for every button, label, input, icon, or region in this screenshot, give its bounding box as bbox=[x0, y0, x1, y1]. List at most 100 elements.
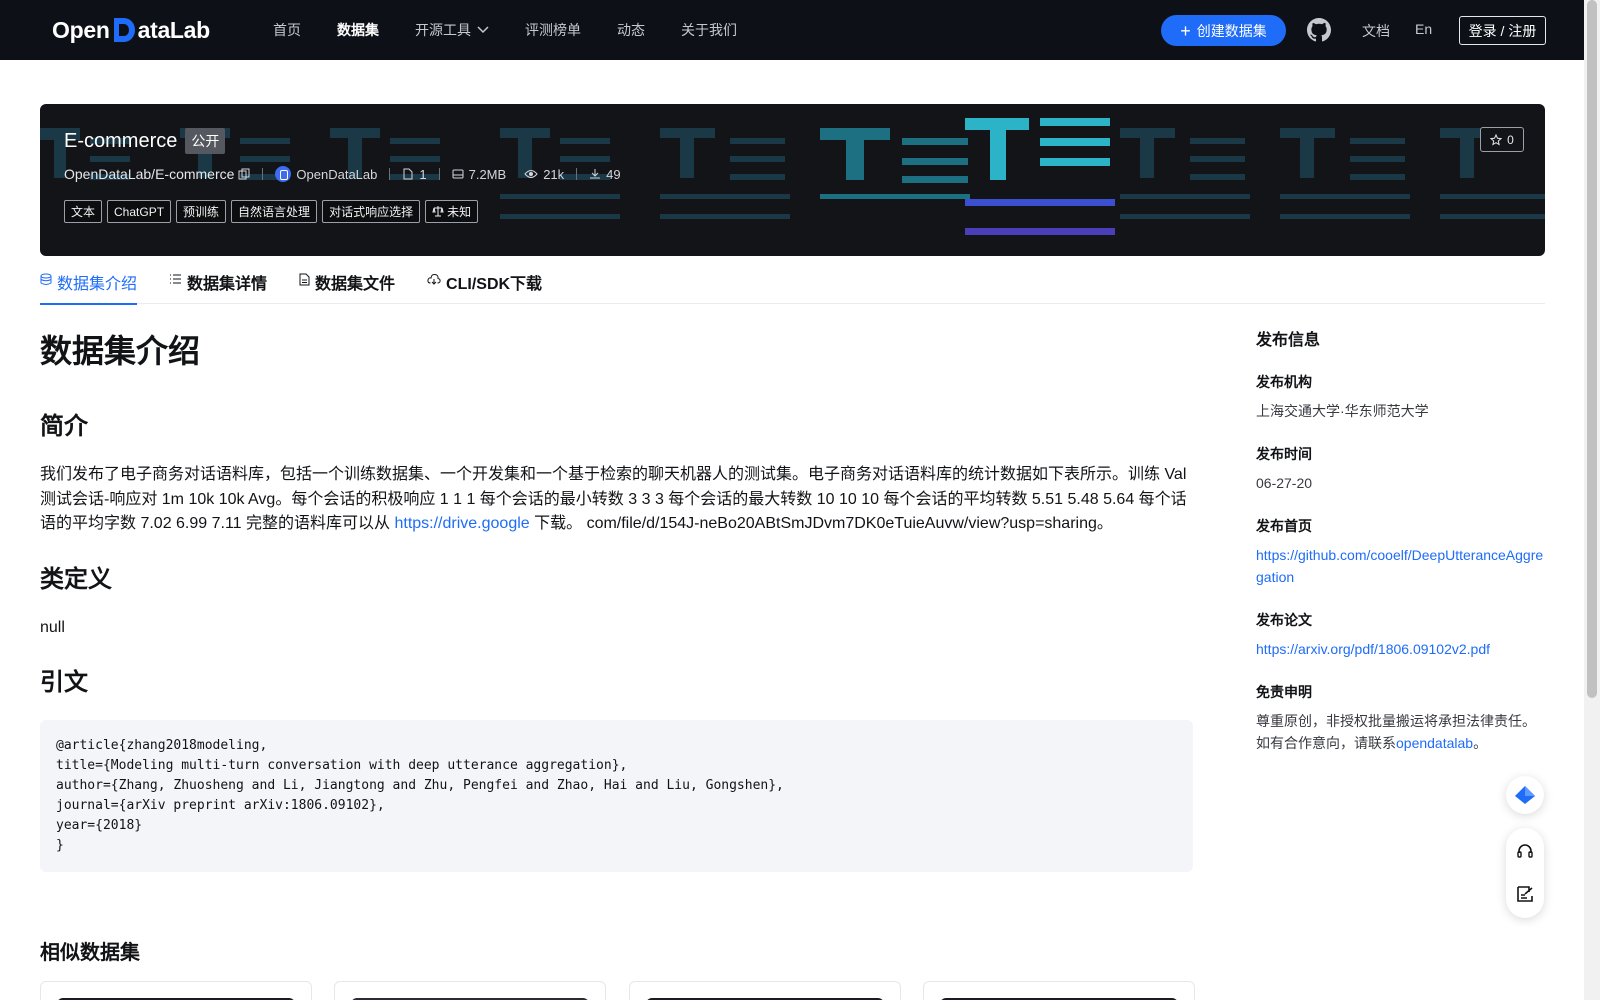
similar-dataset-card[interactable] bbox=[629, 981, 901, 1000]
file-count-value: 1 bbox=[419, 166, 427, 182]
plus-icon: + bbox=[1180, 20, 1191, 41]
homepage-link[interactable]: https://github.com/cooelf/DeepUtteranceA… bbox=[1256, 547, 1543, 585]
star-icon bbox=[1490, 133, 1503, 146]
tag-text[interactable]: 文本 bbox=[64, 200, 103, 223]
top-navbar: Open ataLab 首页 数据集 开源工具 评测榜单 动态 关于我们 + 创… bbox=[0, 0, 1584, 60]
page-title: 数据集介绍 bbox=[40, 333, 201, 369]
intro-text-after: 下载。 com/file/d/154J-neBo20ABtSmJDvm7DK0e… bbox=[529, 515, 1113, 532]
cloud-icon bbox=[427, 273, 441, 285]
dataset-size: 7.2MB bbox=[452, 166, 507, 182]
floating-brand-button[interactable] bbox=[1506, 776, 1544, 814]
file-icon bbox=[403, 168, 413, 180]
nav-docs-link[interactable]: 文档 bbox=[1362, 21, 1390, 41]
similar-dataset-card[interactable] bbox=[40, 981, 312, 1000]
headset-icon[interactable] bbox=[1515, 842, 1535, 862]
homepage-label: 发布首页 bbox=[1256, 518, 1312, 534]
star-button[interactable]: 0 bbox=[1480, 127, 1524, 152]
tag-pretrain[interactable]: 预训练 bbox=[176, 200, 227, 223]
publish-info-title: 发布信息 bbox=[1256, 332, 1321, 349]
tab-introduction[interactable]: 数据集介绍 bbox=[40, 266, 138, 305]
license-label: 未知 bbox=[447, 205, 472, 219]
logo-text-left: Open bbox=[52, 16, 110, 43]
publish-date-label: 发布时间 bbox=[1256, 446, 1312, 462]
scrollbar-thumb[interactable] bbox=[1587, 0, 1597, 698]
nav-news[interactable]: 动态 bbox=[617, 20, 645, 40]
github-icon[interactable] bbox=[1307, 18, 1331, 42]
tag-response-selection[interactable]: 对话式响应选择 bbox=[322, 200, 421, 223]
star-count: 0 bbox=[1507, 132, 1514, 147]
opendatalab-logo[interactable]: Open ataLab bbox=[52, 14, 210, 46]
login-register-button[interactable]: 登录 / 注册 bbox=[1459, 16, 1546, 45]
paper-link[interactable]: https://arxiv.org/pdf/1806.09102v2.pdf bbox=[1256, 641, 1490, 657]
intro-paragraph: 我们发布了电子商务对话语料库，包括一个训练数据集、一个开发集和一个基于检索的聊天… bbox=[40, 463, 1193, 537]
publish-date-value: 06-27-20 bbox=[1256, 475, 1313, 491]
meta-divider bbox=[438, 168, 440, 180]
dataset-banner: E-commerce 公开 OpenDataLab/E-commerce Ope… bbox=[40, 104, 1545, 256]
class-definition-heading: 类定义 bbox=[40, 565, 112, 593]
disclaimer-label: 免责申明 bbox=[1256, 684, 1312, 700]
chevron-down-icon bbox=[477, 26, 489, 34]
logo-text-right: ataLab bbox=[137, 16, 211, 43]
database-icon bbox=[40, 273, 52, 285]
dataset-tabs: 数据集介绍 数据集详情 数据集文件 CLI/SDK下载 bbox=[40, 266, 1545, 305]
language-switch[interactable]: En bbox=[1415, 21, 1432, 37]
nav-datasets[interactable]: 数据集 bbox=[337, 20, 379, 40]
scale-icon bbox=[432, 206, 444, 217]
disclaimer-end: 。 bbox=[1473, 735, 1488, 751]
dataset-size-value: 7.2MB bbox=[468, 166, 507, 182]
file-count: 1 bbox=[402, 166, 427, 182]
similar-dataset-card[interactable] bbox=[334, 981, 606, 1000]
view-count: 21k bbox=[524, 167, 564, 182]
tag-chatgpt[interactable]: ChatGPT bbox=[107, 200, 172, 223]
paper-label: 发布论文 bbox=[1256, 612, 1312, 628]
org-name: OpenDataLab bbox=[296, 166, 378, 182]
tab-details-label: 数据集详情 bbox=[187, 276, 268, 293]
dataset-tags: 文本 ChatGPT 预训练 自然语言处理 对话式响应选择 未知 bbox=[64, 200, 483, 223]
intro-drive-link[interactable]: https://drive.google bbox=[394, 515, 529, 532]
download-icon bbox=[590, 169, 601, 179]
nav-tools-label: 开源工具 bbox=[415, 22, 471, 38]
tag-license-unknown[interactable]: 未知 bbox=[425, 200, 479, 223]
create-dataset-button[interactable]: + 创建数据集 bbox=[1161, 15, 1286, 46]
citation-heading: 引文 bbox=[40, 669, 88, 696]
tab-files[interactable]: 数据集文件 bbox=[299, 266, 395, 304]
main-nav: 首页 数据集 开源工具 评测榜单 动态 关于我们 bbox=[273, 0, 773, 60]
edit-icon[interactable] bbox=[1515, 884, 1535, 904]
class-definition-text: null bbox=[40, 618, 65, 636]
similar-datasets-heading: 相似数据集 bbox=[40, 942, 140, 964]
dataset-title-row: E-commerce 公开 bbox=[64, 128, 226, 154]
org-avatar-icon bbox=[275, 166, 292, 182]
eye-icon bbox=[524, 170, 538, 178]
meta-divider bbox=[576, 168, 578, 180]
download-count-value: 49 bbox=[606, 166, 621, 182]
page-scrollbar[interactable] bbox=[1584, 0, 1600, 1000]
ship-icon bbox=[1515, 786, 1535, 804]
tag-nlp[interactable]: 自然语言处理 bbox=[231, 200, 318, 223]
publisher-value: 上海交通大学·华东师范大学 bbox=[1256, 403, 1429, 419]
nav-about[interactable]: 关于我们 bbox=[681, 20, 737, 40]
visibility-badge: 公开 bbox=[185, 128, 226, 154]
tab-introduction-label: 数据集介绍 bbox=[57, 276, 138, 293]
citation-code-block[interactable]: @article{zhang2018modeling, title={Model… bbox=[40, 720, 1193, 872]
main-content: 数据集介绍 简介 我们发布了电子商务对话语料库，包括一个训练数据集、一个开发集和… bbox=[40, 326, 1193, 872]
dataset-title: E-commerce bbox=[64, 129, 178, 152]
meta-divider bbox=[389, 168, 391, 180]
create-dataset-label: 创建数据集 bbox=[1196, 22, 1267, 39]
tab-details[interactable]: 数据集详情 bbox=[169, 266, 267, 304]
nav-home[interactable]: 首页 bbox=[273, 20, 301, 40]
disclaimer-text: 尊重原创，非授权批量搬运将承担法律责任。如有合作意向，请联系opendatala… bbox=[1256, 710, 1546, 754]
tab-cli-sdk[interactable]: CLI/SDK下载 bbox=[427, 266, 542, 304]
dataset-org[interactable]: OpenDataLab bbox=[275, 166, 377, 182]
contact-link[interactable]: opendatalab bbox=[1396, 735, 1473, 751]
dataset-path: OpenDataLab/E-commerce bbox=[64, 166, 235, 182]
disk-icon bbox=[452, 169, 464, 179]
nav-leaderboard[interactable]: 评测榜单 bbox=[525, 20, 581, 40]
list-icon bbox=[170, 274, 182, 284]
similar-dataset-card[interactable] bbox=[923, 981, 1195, 1000]
paper-value: https://arxiv.org/pdf/1806.09102v2.pdf bbox=[1256, 638, 1546, 660]
copy-icon[interactable] bbox=[238, 168, 250, 180]
homepage-value: https://github.com/cooelf/DeepUtteranceA… bbox=[1256, 544, 1546, 588]
nav-open-source-tools[interactable]: 开源工具 bbox=[415, 20, 489, 40]
download-count: 49 bbox=[589, 166, 621, 182]
meta-divider bbox=[262, 168, 264, 180]
